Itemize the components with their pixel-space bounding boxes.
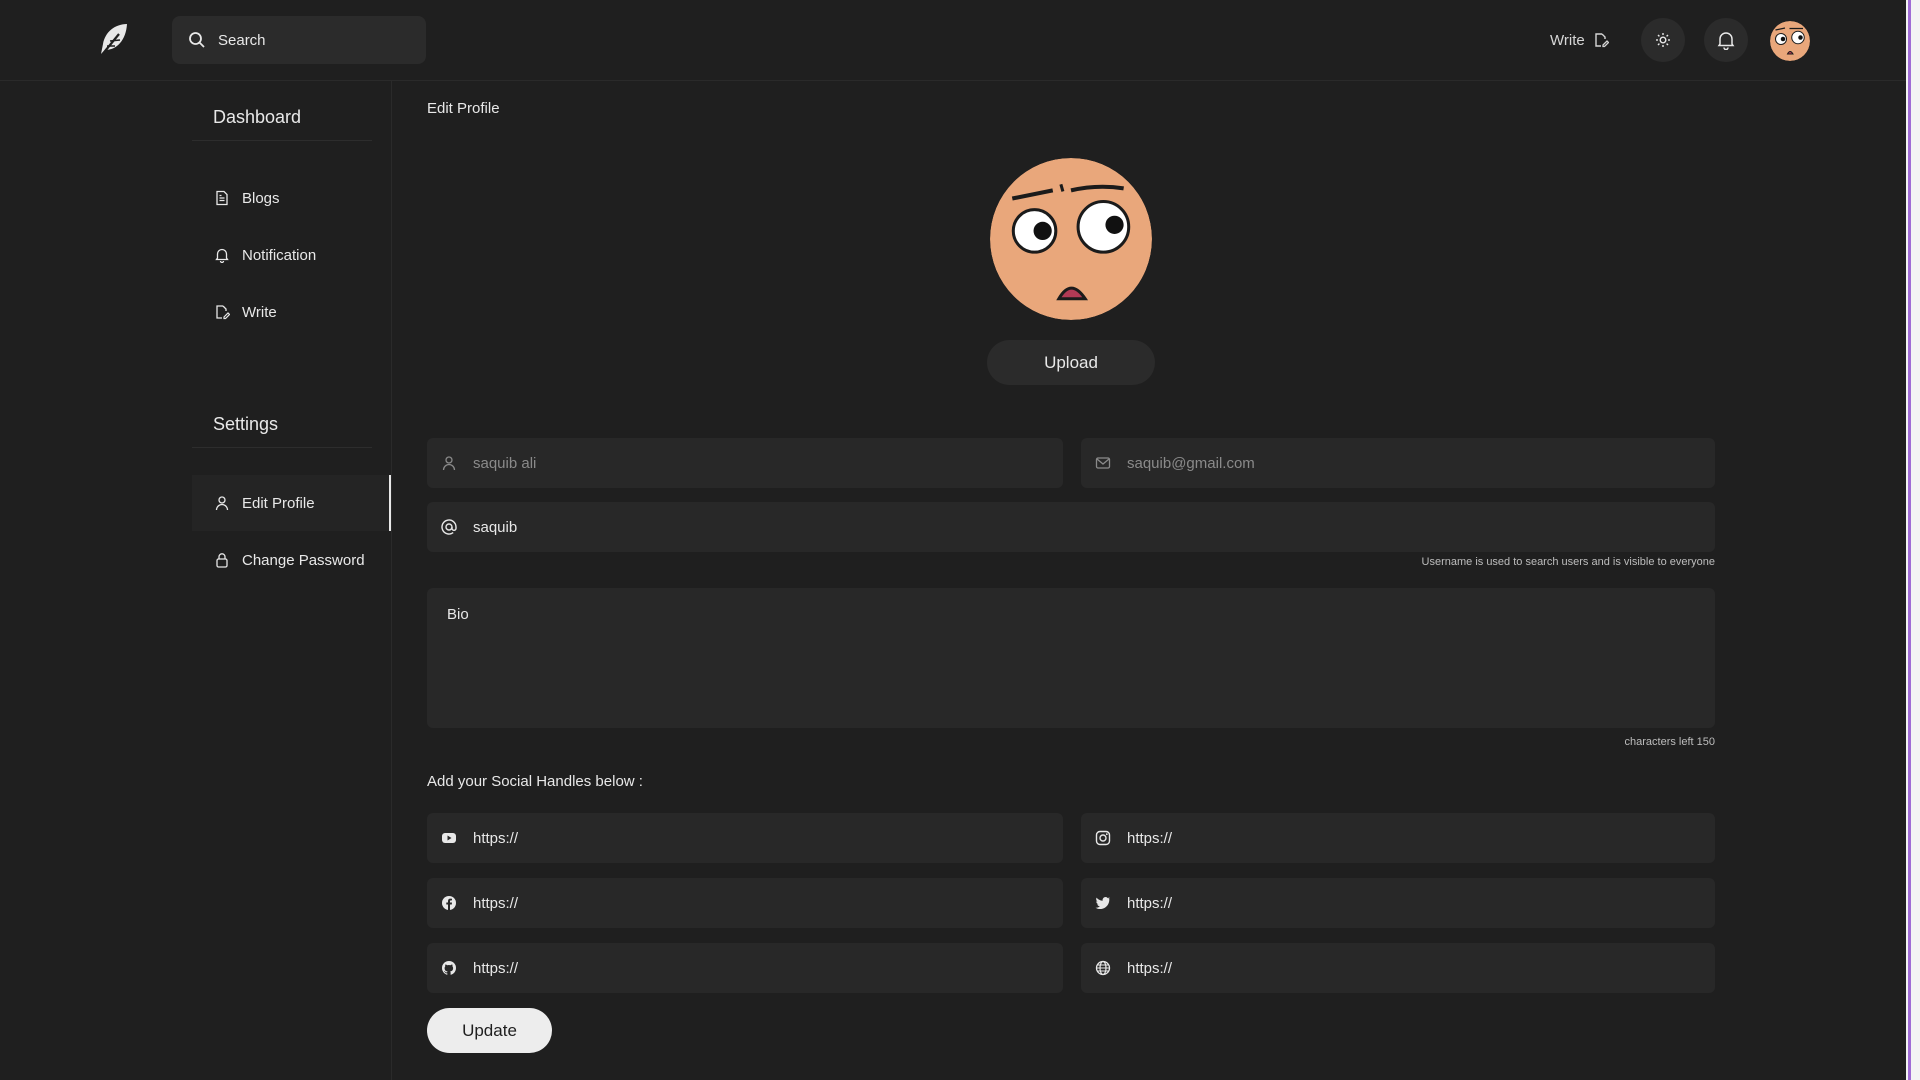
sidebar-item-change-password[interactable]: Change Password bbox=[192, 532, 391, 588]
write-icon bbox=[214, 304, 230, 320]
divider bbox=[192, 447, 372, 448]
email-field[interactable] bbox=[1081, 438, 1715, 488]
update-button[interactable]: Update bbox=[427, 1008, 552, 1053]
website-input[interactable] bbox=[1125, 958, 1715, 978]
sidebar-item-edit-profile[interactable]: Edit Profile bbox=[192, 475, 391, 531]
youtube-input[interactable] bbox=[471, 828, 1063, 848]
search-input[interactable] bbox=[216, 30, 420, 50]
user-icon bbox=[214, 495, 230, 511]
sidebar-item-label: Blogs bbox=[242, 189, 280, 207]
email-input[interactable] bbox=[1125, 453, 1715, 473]
search-icon bbox=[188, 31, 206, 49]
sidebar: Dashboard Blogs Notification Write Setti… bbox=[192, 81, 392, 1080]
write-label: Write bbox=[1550, 31, 1585, 49]
username-hint: Username is used to search users and is … bbox=[1421, 556, 1715, 568]
instagram-field[interactable] bbox=[1081, 813, 1715, 863]
facebook-icon bbox=[441, 895, 457, 911]
dashboard-heading: Dashboard bbox=[213, 107, 302, 127]
bio-textarea[interactable] bbox=[445, 604, 1699, 718]
github-input[interactable] bbox=[471, 958, 1063, 978]
scrollbar-thumb[interactable] bbox=[1908, 0, 1911, 1080]
bio-field[interactable] bbox=[427, 588, 1715, 728]
instagram-icon bbox=[1095, 830, 1111, 846]
sidebar-item-label: Change Password bbox=[242, 551, 365, 569]
website-field[interactable] bbox=[1081, 943, 1715, 993]
mail-icon bbox=[1095, 455, 1111, 471]
sidebar-item-notification[interactable]: Notification bbox=[192, 227, 391, 283]
social-handles-title: Add your Social Handles below : bbox=[427, 773, 643, 790]
github-field[interactable] bbox=[427, 943, 1063, 993]
sidebar-item-label: Notification bbox=[242, 246, 317, 264]
username-field[interactable] bbox=[427, 502, 1715, 552]
sidebar-item-label: Write bbox=[242, 303, 277, 321]
user-avatar[interactable] bbox=[1770, 21, 1810, 61]
write-icon bbox=[1593, 32, 1609, 48]
bell-icon bbox=[1716, 30, 1736, 50]
profile-avatar[interactable] bbox=[990, 158, 1152, 320]
instagram-input[interactable] bbox=[1125, 828, 1715, 848]
username-input[interactable] bbox=[471, 517, 1715, 537]
theme-toggle-button[interactable] bbox=[1641, 18, 1685, 62]
top-navbar: Write bbox=[0, 0, 1906, 81]
sidebar-item-blogs[interactable]: Blogs bbox=[192, 170, 391, 226]
globe-icon bbox=[1095, 960, 1111, 976]
github-icon bbox=[441, 960, 457, 976]
twitter-icon bbox=[1095, 895, 1111, 911]
bell-icon bbox=[214, 247, 230, 263]
twitter-input[interactable] bbox=[1125, 893, 1715, 913]
youtube-field[interactable] bbox=[427, 813, 1063, 863]
upload-button[interactable]: Upload bbox=[987, 340, 1155, 385]
user-icon bbox=[441, 455, 457, 471]
at-sign-icon bbox=[441, 519, 457, 535]
notifications-button[interactable] bbox=[1704, 18, 1748, 62]
youtube-icon bbox=[441, 830, 457, 846]
lock-icon bbox=[214, 552, 230, 568]
search-box[interactable] bbox=[172, 16, 426, 64]
page-title: Edit Profile bbox=[427, 100, 500, 117]
fullname-field[interactable] bbox=[427, 438, 1063, 488]
facebook-field[interactable] bbox=[427, 878, 1063, 928]
settings-heading: Settings bbox=[213, 414, 279, 434]
sidebar-item-write[interactable]: Write bbox=[192, 284, 391, 340]
facebook-input[interactable] bbox=[471, 893, 1063, 913]
fullname-input[interactable] bbox=[471, 453, 1063, 473]
sidebar-item-label: Edit Profile bbox=[242, 494, 315, 512]
sun-icon bbox=[1655, 32, 1671, 48]
write-button[interactable]: Write bbox=[1550, 26, 1609, 54]
logo-feather-icon[interactable] bbox=[93, 20, 133, 60]
divider bbox=[192, 140, 372, 141]
twitter-field[interactable] bbox=[1081, 878, 1715, 928]
document-icon bbox=[214, 190, 230, 206]
characters-left: characters left 150 bbox=[1624, 736, 1716, 748]
